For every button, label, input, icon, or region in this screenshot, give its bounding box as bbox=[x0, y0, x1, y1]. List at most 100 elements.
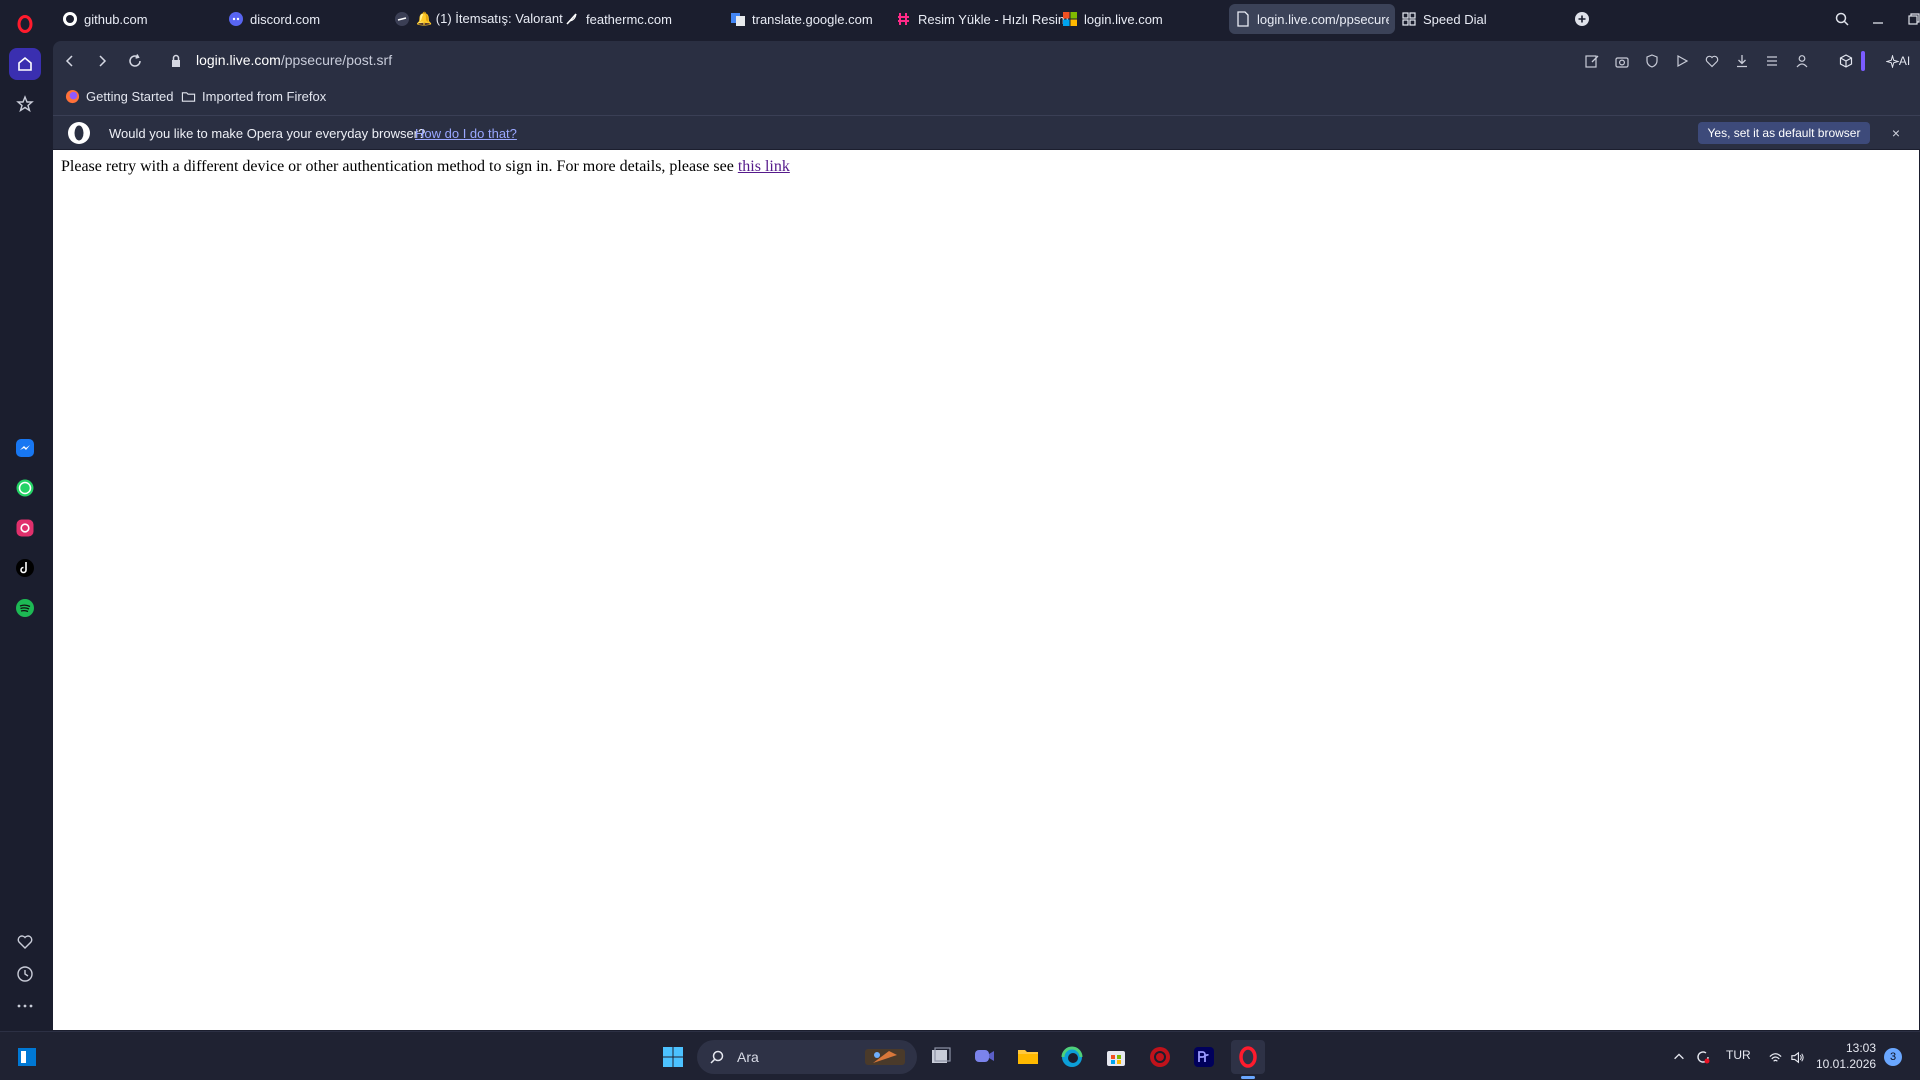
lock-icon bbox=[172, 54, 180, 67]
profile-button[interactable] bbox=[1791, 50, 1813, 72]
start-button[interactable] bbox=[656, 1040, 690, 1074]
accent-indicator bbox=[1861, 51, 1865, 71]
camera-icon bbox=[1615, 57, 1629, 68]
vpn-button[interactable] bbox=[1641, 50, 1663, 72]
favorites-button[interactable] bbox=[9, 926, 41, 958]
clock[interactable]: 13:03 10.01.2026 bbox=[1816, 1040, 1876, 1072]
teams-chat-button[interactable] bbox=[967, 1040, 1001, 1074]
sparkle-icon bbox=[1885, 54, 1899, 68]
edit-button[interactable] bbox=[1581, 50, 1603, 72]
shield-app-icon bbox=[1150, 1047, 1170, 1067]
chat-icon bbox=[975, 1050, 994, 1062]
menu-lines-icon bbox=[1767, 56, 1777, 66]
heart-icon bbox=[1705, 55, 1719, 68]
tab-strip: github.com discord.com 🔔 (1) İtemsatış: … bbox=[50, 0, 1920, 38]
home-button[interactable] bbox=[9, 48, 41, 80]
whatsapp-button[interactable] bbox=[9, 472, 41, 504]
downloads-button[interactable] bbox=[1731, 50, 1753, 72]
forward-button[interactable] bbox=[91, 50, 113, 72]
chevron-left-icon bbox=[65, 55, 73, 67]
tab-search-button[interactable] bbox=[1828, 6, 1856, 32]
url-path: /ppsecure/post.srf bbox=[280, 52, 393, 68]
site-security-button[interactable] bbox=[165, 50, 187, 72]
tray-overflow-button[interactable] bbox=[1668, 1044, 1690, 1070]
instagram-button[interactable] bbox=[9, 512, 41, 544]
store-button[interactable] bbox=[1099, 1040, 1133, 1074]
network-button[interactable] bbox=[1764, 1044, 1786, 1070]
task-view-icon bbox=[932, 1047, 951, 1063]
opera-menu-button[interactable] bbox=[9, 8, 41, 40]
task-view-button[interactable] bbox=[924, 1040, 958, 1074]
back-button[interactable] bbox=[59, 50, 81, 72]
notification-badge[interactable]: 3 bbox=[1884, 1048, 1902, 1066]
search-highlight-icon bbox=[865, 1049, 905, 1065]
extensions-button[interactable] bbox=[1835, 50, 1857, 72]
edge-button[interactable] bbox=[1055, 1040, 1089, 1074]
reload-icon bbox=[129, 54, 141, 67]
history-button[interactable] bbox=[9, 958, 41, 990]
tab-label: login.live.com bbox=[1084, 11, 1163, 27]
messenger-icon bbox=[16, 439, 34, 457]
tab-discord[interactable]: discord.com bbox=[222, 4, 382, 34]
opera-logo-icon bbox=[68, 122, 90, 144]
infobar-help-link[interactable]: How do I do that? bbox=[415, 126, 517, 141]
new-tab-button[interactable] bbox=[1568, 6, 1596, 32]
widgets-icon bbox=[18, 1048, 36, 1066]
sync-status-button[interactable] bbox=[1692, 1044, 1714, 1070]
taskbar-search[interactable]: Ara bbox=[697, 1040, 917, 1074]
widgets-button[interactable] bbox=[10, 1040, 44, 1074]
pinboards-button[interactable] bbox=[9, 88, 41, 120]
antivirus-button[interactable] bbox=[1143, 1040, 1177, 1074]
file-explorer-button[interactable] bbox=[1011, 1040, 1045, 1074]
folder-icon bbox=[1018, 1050, 1038, 1064]
player-button[interactable] bbox=[1671, 50, 1693, 72]
clock-date: 10.01.2026 bbox=[1816, 1057, 1877, 1071]
opera-sidebar bbox=[0, 0, 50, 1031]
sync-icon bbox=[1697, 1051, 1710, 1064]
speaker-icon bbox=[1790, 1051, 1804, 1063]
snapshot-button[interactable] bbox=[1611, 50, 1633, 72]
tab-label: translate.google.com bbox=[752, 11, 873, 27]
default-browser-infobar: Would you like to make Opera your everyd… bbox=[53, 115, 1920, 149]
input-language[interactable]: TUR bbox=[1726, 1048, 1751, 1062]
tab-label: Speed Dial bbox=[1423, 11, 1487, 27]
more-button[interactable] bbox=[9, 990, 41, 1022]
minimize-button[interactable] bbox=[1864, 6, 1892, 32]
messenger-button[interactable] bbox=[9, 432, 41, 464]
play-icon bbox=[1677, 54, 1689, 68]
tab-login-live-ppsecure-active[interactable]: login.live.com/ppsecure/p bbox=[1229, 4, 1395, 34]
infobar-close-button[interactable]: × bbox=[1887, 124, 1905, 142]
opera-taskbar-button[interactable] bbox=[1231, 1040, 1265, 1074]
github-icon bbox=[62, 11, 78, 27]
volume-button[interactable] bbox=[1786, 1044, 1808, 1070]
spotify-button[interactable] bbox=[9, 592, 41, 624]
premiere-pro-button[interactable] bbox=[1187, 1040, 1221, 1074]
error-message: Please retry with a different device or … bbox=[61, 158, 790, 176]
tab-speed-dial[interactable]: Speed Dial bbox=[1395, 4, 1535, 34]
grid-icon bbox=[1401, 11, 1417, 27]
easy-setup-button[interactable] bbox=[1761, 50, 1783, 72]
restore-icon bbox=[1908, 13, 1920, 25]
download-icon bbox=[1737, 55, 1747, 68]
restore-button[interactable] bbox=[1900, 6, 1920, 32]
tiktok-button[interactable] bbox=[9, 552, 41, 584]
details-link[interactable]: this link bbox=[738, 158, 790, 175]
page-icon bbox=[1235, 11, 1251, 27]
tab-github[interactable]: github.com bbox=[56, 4, 216, 34]
search-icon bbox=[1835, 12, 1849, 26]
bookmark-folder-imported-from-firefox[interactable]: Imported from Firefox bbox=[181, 89, 326, 104]
url-field[interactable]: login.live.com/ppsecure/post.srf bbox=[196, 52, 392, 68]
bookmark-heart-button[interactable] bbox=[1701, 50, 1723, 72]
address-bar: login.live.com/ppsecure/post.srf AI bbox=[53, 41, 1920, 79]
set-default-browser-button[interactable]: Yes, set it as default browser bbox=[1698, 122, 1870, 144]
edge-icon bbox=[1061, 1046, 1083, 1067]
instagram-icon bbox=[16, 519, 34, 537]
store-icon bbox=[1107, 1051, 1125, 1066]
edit-icon bbox=[1585, 55, 1599, 68]
aria-ai-button[interactable]: AI bbox=[1881, 50, 1915, 72]
reload-button[interactable] bbox=[124, 50, 146, 72]
more-dots-icon bbox=[17, 1004, 33, 1008]
active-app-indicator bbox=[1241, 1076, 1255, 1079]
cube-icon bbox=[1839, 54, 1853, 68]
bookmark-getting-started[interactable]: Getting Started bbox=[65, 89, 173, 104]
